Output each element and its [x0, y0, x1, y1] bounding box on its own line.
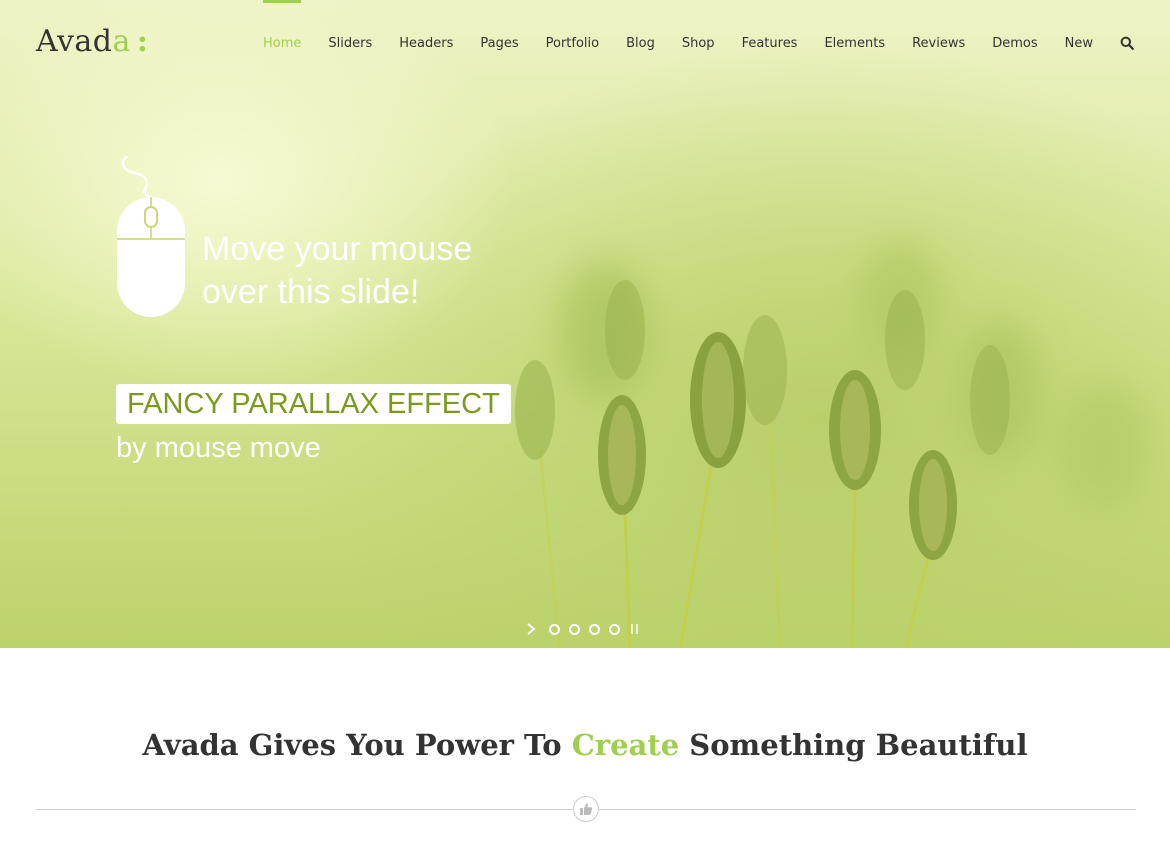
nav-item-shop[interactable]: Shop	[682, 0, 715, 86]
logo-colon: :	[136, 24, 149, 59]
grass-stalks-image	[515, 280, 1010, 648]
slide-subline: by mouse move	[116, 432, 321, 464]
slider-dot-2[interactable]	[569, 623, 580, 635]
slider-controls	[524, 620, 641, 638]
slider-dot-1[interactable]	[549, 623, 560, 635]
logo-accent: a	[112, 24, 131, 59]
thumbs-up-glyph	[580, 803, 593, 815]
search-icon[interactable]	[1120, 36, 1134, 50]
slide-headline-line1: Move your mouse	[202, 230, 473, 268]
nav-item-portfolio[interactable]: Portfolio	[546, 0, 599, 86]
nav-item-home[interactable]: Home	[263, 0, 302, 86]
headline-accent: Create	[571, 728, 680, 762]
headline-part-2: Something Beautiful	[679, 728, 1028, 762]
nav-item-elements[interactable]: Elements	[824, 0, 885, 86]
hero-slider: Avada: Home Sliders Headers Pages Portfo…	[0, 0, 1170, 648]
section-headline: Avada Gives You Power To Create Somethin…	[0, 728, 1170, 762]
logo-text: Avad	[36, 24, 113, 59]
site-logo[interactable]: Avada:	[36, 24, 148, 59]
slide-headline-line2: over this slide!	[202, 273, 420, 311]
mouse-icon	[117, 155, 185, 317]
chevron-right-icon[interactable]	[524, 622, 538, 636]
pause-icon[interactable]	[631, 624, 641, 634]
nav-item-sliders[interactable]: Sliders	[328, 0, 372, 86]
slider-dot-3[interactable]	[589, 623, 600, 635]
nav-item-features[interactable]: Features	[742, 0, 798, 86]
nav-item-demos[interactable]: Demos	[992, 0, 1037, 86]
nav-item-reviews[interactable]: Reviews	[912, 0, 965, 86]
nav-item-headers[interactable]: Headers	[399, 0, 453, 86]
headline-part-1: Avada Gives You Power To	[142, 728, 572, 762]
thumbs-up-icon	[573, 796, 599, 822]
slide-badge: FANCY PARALLAX EFFECT	[116, 384, 511, 424]
main-navigation: Home Sliders Headers Pages Portfolio Blo…	[236, 0, 1134, 86]
nav-item-new[interactable]: New	[1065, 0, 1093, 86]
nav-item-pages[interactable]: Pages	[480, 0, 518, 86]
nav-item-blog[interactable]: Blog	[626, 0, 655, 86]
slider-dot-4[interactable]	[609, 623, 620, 635]
slide-headline: Move your mouse over this slide!	[202, 228, 522, 314]
